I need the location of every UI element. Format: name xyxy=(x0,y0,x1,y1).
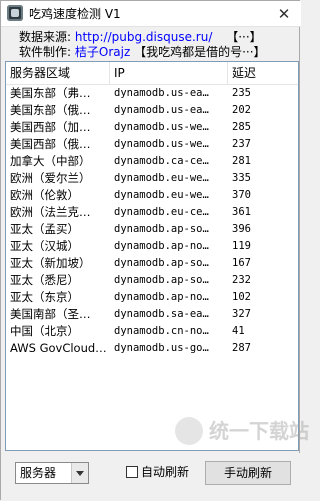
manual-refresh-button[interactable]: 手动刷新 xyxy=(205,461,291,485)
server-dropdown[interactable]: 服务器 xyxy=(15,462,89,484)
cell-region: 欧洲（伦敦） xyxy=(10,188,79,202)
cell-ip: dynamodb.ap-so… xyxy=(114,274,209,286)
table-row[interactable]: 美国东部（弗… dynamodb.us-ea… 235 xyxy=(6,85,298,102)
cell-region: 亚太（汉城） xyxy=(10,239,79,253)
source-line: 数据来源: http://pubg.disquse.ru/ 【···】 xyxy=(19,29,262,45)
cell-latency: 237 xyxy=(232,138,251,150)
close-button[interactable]: ✕ xyxy=(273,4,295,24)
table-row[interactable]: 美国东部（俄… dynamodb.us-ea… 202 xyxy=(6,102,298,119)
table-row[interactable]: 中国（北京） dynamodb.cn-no… 41 xyxy=(6,323,298,340)
cell-ip: dynamodb.cn-no… xyxy=(114,325,209,337)
app-icon xyxy=(7,5,23,21)
cell-latency: 119 xyxy=(232,240,251,252)
cell-latency: 285 xyxy=(232,121,251,133)
cell-region: 亚太（悉尼） xyxy=(10,273,79,287)
list-rows: 美国东部（弗… dynamodb.us-ea… 235 美国东部（俄… dynamodb… xyxy=(6,85,298,357)
cell-region: 亚太（新加坡） xyxy=(10,256,91,270)
cell-ip: dynamodb.ap-so… xyxy=(114,223,209,235)
list-header: 服务器区域 IP 延迟 xyxy=(6,62,298,85)
cell-ip: dynamodb.ap-no… xyxy=(114,291,209,303)
app-window: 吃鸡速度检测 V1 ✕ 数据来源: http://pubg.disquse.ru… xyxy=(0,0,309,501)
window-title: 吃鸡速度检测 V1 xyxy=(29,7,121,21)
table-row[interactable]: 亚太（东京） dynamodb.ap-no… 102 xyxy=(6,289,298,306)
cell-ip: dynamodb.us-ea… xyxy=(114,87,209,99)
column-header-region[interactable]: 服务器区域 xyxy=(6,62,110,84)
title-bar: 吃鸡速度检测 V1 ✕ xyxy=(1,1,301,27)
column-header-ip[interactable]: IP xyxy=(110,62,228,84)
cell-latency: 102 xyxy=(232,291,251,303)
cell-region: 中国（北京） xyxy=(10,324,79,338)
cell-ip: dynamodb.ca-ce… xyxy=(114,155,209,167)
table-row[interactable]: 欧洲（法兰克… dynamodb.eu-ce… 361 xyxy=(6,204,298,221)
cell-ip: dynamodb.us-we… xyxy=(114,138,209,150)
cell-region: 欧洲（法兰克… xyxy=(10,205,91,219)
cell-latency: 327 xyxy=(232,308,251,320)
cell-latency: 396 xyxy=(232,223,251,235)
cell-region: 美国西部（俄… xyxy=(10,137,91,151)
table-row[interactable]: 亚太（新加坡） dynamodb.ap-so… 167 xyxy=(6,255,298,272)
cell-region: 美国东部（弗… xyxy=(10,86,91,100)
table-row[interactable]: 亚太（孟买） dynamodb.ap-so… 396 xyxy=(6,221,298,238)
cell-latency: 335 xyxy=(232,172,251,184)
cell-ip: dynamodb.eu-we… xyxy=(114,172,209,184)
table-row[interactable]: AWS GovCloud… dynamodb.us-go… 287 xyxy=(6,340,298,357)
cell-ip: dynamodb.eu-ce… xyxy=(114,206,209,218)
cell-region: 美国南部（圣… xyxy=(10,307,91,321)
cell-ip: dynamodb.us-ea… xyxy=(114,104,209,116)
cell-region: 亚太（孟买） xyxy=(10,222,79,236)
cell-region: 美国东部（俄… xyxy=(10,103,91,117)
cell-latency: 235 xyxy=(232,87,251,99)
table-row[interactable]: 欧洲（爱尔兰） dynamodb.eu-we… 335 xyxy=(6,170,298,187)
cell-ip: dynamodb.ap-so… xyxy=(114,257,209,269)
table-row[interactable]: 欧洲（伦敦） dynamodb.eu-we… 370 xyxy=(6,187,298,204)
source-link[interactable]: http://pubg.disquse.ru/ xyxy=(75,30,213,44)
server-list[interactable]: 服务器区域 IP 延迟 美国东部（弗… dynamodb.us-ea… 235 美国东… xyxy=(5,61,299,451)
author-tagline-link[interactable]: 【我吃鸡都是借的号···】 xyxy=(134,45,265,59)
cell-latency: 202 xyxy=(232,104,251,116)
cell-latency: 232 xyxy=(232,274,251,286)
auto-refresh-label[interactable]: 自动刷新 xyxy=(141,464,189,480)
table-row[interactable]: 美国西部（加… dynamodb.us-we… 285 xyxy=(6,119,298,136)
cell-region: 加拿大（中部） xyxy=(10,154,91,168)
cell-region: 欧洲（爱尔兰） xyxy=(10,171,91,185)
table-row[interactable]: 亚太（悉尼） dynamodb.ap-so… 232 xyxy=(6,272,298,289)
table-row[interactable]: 美国南部（圣… dynamodb.sa-ea… 327 xyxy=(6,306,298,323)
cell-region: AWS GovCloud… xyxy=(10,341,107,355)
auto-refresh-checkbox[interactable] xyxy=(126,466,138,478)
cell-latency: 167 xyxy=(232,257,251,269)
cell-ip: dynamodb.us-we… xyxy=(114,121,209,133)
author-line: 软件制作: 桔子Orajz 【我吃鸡都是借的号···】 xyxy=(19,44,266,60)
chevron-down-icon[interactable] xyxy=(71,463,88,483)
source-label: 数据来源: xyxy=(19,30,72,44)
cell-region: 亚太（东京） xyxy=(10,290,79,304)
cell-latency: 370 xyxy=(232,189,251,201)
cell-ip: dynamodb.us-go… xyxy=(114,342,209,354)
table-row[interactable]: 加拿大（中部） dynamodb.ca-ce… 281 xyxy=(6,153,298,170)
cell-region: 美国西部（加… xyxy=(10,120,91,134)
table-row[interactable]: 美国西部（俄… dynamodb.us-we… 237 xyxy=(6,136,298,153)
server-dropdown-value: 服务器 xyxy=(20,466,57,480)
cell-ip: dynamodb.eu-we… xyxy=(114,189,209,201)
author-label: 软件制作: xyxy=(19,45,72,59)
cell-ip: dynamodb.sa-ea… xyxy=(114,308,209,320)
author-link[interactable]: 桔子Orajz xyxy=(75,45,130,59)
cell-ip: dynamodb.ap-no… xyxy=(114,240,209,252)
table-row[interactable]: 亚太（汉城） dynamodb.ap-no… 119 xyxy=(6,238,298,255)
cell-latency: 281 xyxy=(232,155,251,167)
cell-latency: 287 xyxy=(232,342,251,354)
source-more-link[interactable]: 【···】 xyxy=(226,30,261,44)
cell-latency: 361 xyxy=(232,206,251,218)
column-header-latency[interactable]: 延迟 xyxy=(228,62,298,84)
cell-latency: 41 xyxy=(232,325,245,337)
